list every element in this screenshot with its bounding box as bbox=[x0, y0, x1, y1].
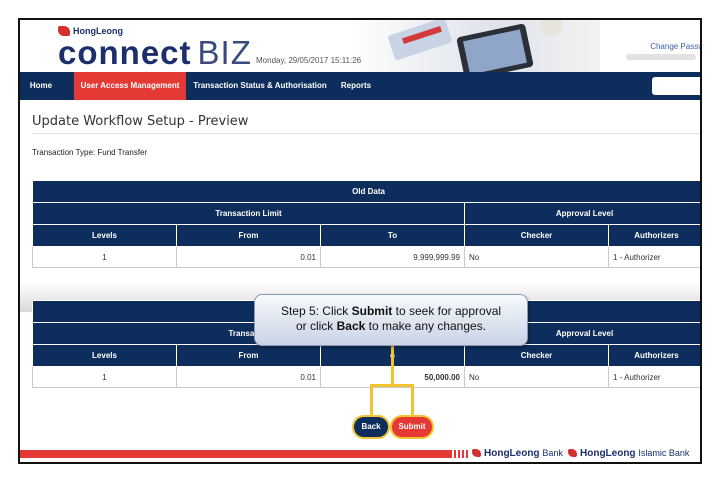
callout-connector bbox=[370, 384, 373, 417]
cell-authorizers: 1 - Authorizer bbox=[607, 366, 700, 388]
submit-button[interactable]: Submit bbox=[392, 417, 432, 437]
cell-from: 0.01 bbox=[176, 246, 321, 268]
col-from: From bbox=[176, 224, 321, 247]
footer-bar bbox=[20, 450, 450, 458]
header-decoration-image bbox=[350, 20, 600, 81]
transaction-type: Transaction Type: Fund Transfer bbox=[32, 148, 148, 157]
cell-authorizers: 1 - Authorizer bbox=[607, 246, 700, 268]
col-levels: Levels bbox=[32, 344, 177, 367]
nav-home[interactable]: Home bbox=[20, 72, 62, 100]
search-input[interactable] bbox=[652, 77, 700, 95]
cell-checker: No bbox=[464, 246, 609, 268]
old-transaction-limit-header: Transaction Limit bbox=[32, 202, 465, 225]
old-approval-level-header: Approval Level bbox=[463, 202, 700, 225]
col-checker: Checker bbox=[464, 344, 609, 367]
col-authorizers: Authorizers bbox=[607, 224, 700, 247]
col-levels: Levels bbox=[32, 224, 177, 247]
cell-to: 9,999,999.99 bbox=[320, 246, 465, 268]
connect-biz-logo: connect BIZ bbox=[58, 34, 252, 71]
callout-connector bbox=[370, 384, 414, 387]
nav-user-access-management[interactable]: User Access Management bbox=[74, 72, 186, 100]
main-nav: Home User Access Management Transaction … bbox=[20, 72, 700, 100]
footer-bank-logo: HongLeong Bank bbox=[472, 448, 563, 459]
change-password-link[interactable]: Change Passw bbox=[650, 42, 700, 51]
table-row: 1 0.01 50,000.00 No 1 - Authorizer bbox=[32, 366, 700, 388]
page-title: Update Workflow Setup - Preview bbox=[32, 114, 249, 129]
nav-transaction-status[interactable]: Transaction Status & Authorisation bbox=[190, 72, 330, 100]
cell-checker: No bbox=[464, 366, 609, 388]
cell-level: 1 bbox=[32, 246, 177, 268]
title-divider bbox=[32, 133, 700, 134]
tiger-logo-icon bbox=[472, 449, 481, 458]
col-checker: Checker bbox=[464, 224, 609, 247]
old-data-table: Old Data Transaction Limit Approval Leve… bbox=[31, 180, 700, 268]
tiger-logo-icon bbox=[568, 449, 577, 458]
footer-islamic-bank-logo: HongLeong Islamic Bank bbox=[568, 448, 689, 459]
user-info-blurred bbox=[626, 54, 696, 60]
cell-level: 1 bbox=[32, 366, 177, 388]
footer-stripes bbox=[450, 450, 470, 458]
col-from: From bbox=[176, 344, 321, 367]
current-datetime: Monday, 29/05/2017 15:11:26 bbox=[256, 56, 362, 65]
callout-connector bbox=[411, 384, 414, 417]
old-data-caption: Old Data bbox=[31, 180, 700, 203]
screenshot-frame: HongLeong connect BIZ Monday, 29/05/2017 … bbox=[18, 18, 702, 464]
back-button[interactable]: Back bbox=[354, 417, 388, 437]
col-authorizers: Authorizers bbox=[607, 344, 700, 367]
header: HongLeong connect BIZ Monday, 29/05/2017 … bbox=[20, 20, 700, 81]
table-row: 1 0.01 9,999,999.99 No 1 - Authorizer bbox=[32, 246, 700, 268]
nav-reports[interactable]: Reports bbox=[334, 72, 378, 100]
instruction-callout: Step 5: Click Submit to seek for approva… bbox=[254, 294, 528, 346]
cell-from: 0.01 bbox=[176, 366, 321, 388]
col-to: To bbox=[320, 224, 465, 247]
callout-connector bbox=[391, 346, 394, 386]
